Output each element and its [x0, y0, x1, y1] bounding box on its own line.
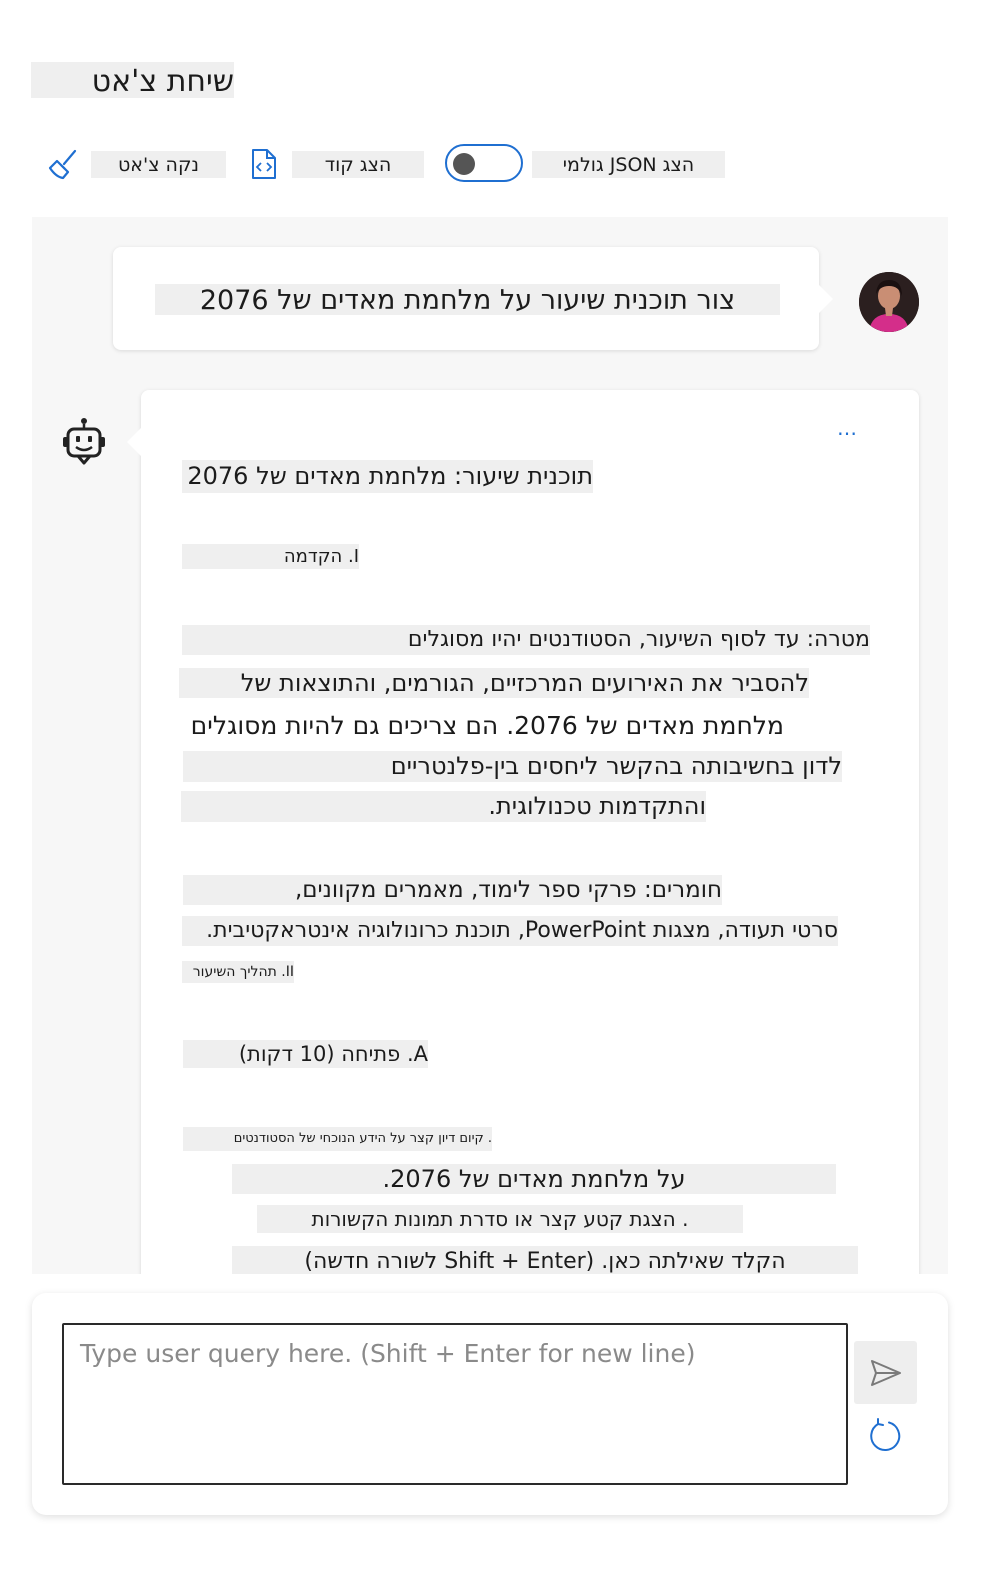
clear-chat-button[interactable]: נקה צ'אט — [91, 151, 226, 178]
input-panel — [32, 1293, 948, 1515]
broom-icon[interactable] — [46, 147, 82, 183]
show-code-button[interactable]: הצג קוד — [292, 151, 424, 178]
bot-message-bubble: … תוכנית שיעור: מלחמת מאדים של 2076 I. ה… — [127, 390, 919, 1274]
bot-line: הקלד שאילתה כאן. (Shift + Enter לשורה חד… — [232, 1246, 858, 1274]
bot-line: על מלחמת מאדים של 2076. — [232, 1164, 836, 1194]
bot-line: חומרים: פרקי ספר לימוד, מאמרים מקוונים, — [183, 875, 722, 905]
bot-line: לדון בחשיבותה בהקשר ליחסים בין-פלנטריים — [183, 751, 842, 782]
bot-line: מלחמת מאדים של 2076. הם צריכים גם להיות … — [190, 711, 784, 740]
refresh-button[interactable] — [865, 1416, 905, 1456]
code-file-icon[interactable] — [250, 148, 278, 180]
bot-icon — [62, 416, 106, 466]
refresh-icon — [870, 1418, 901, 1451]
bot-line: . קיום דיון קצר על הידע הנוכחי של הסטודנ… — [183, 1127, 492, 1151]
bot-line: מטרה: עד לסוף השיעור, הסטודנטים יהיו מסו… — [182, 625, 870, 655]
user-avatar — [859, 272, 919, 332]
bot-line: . הצגת קטע קצר או סדרת תמונות הקשורות — [257, 1205, 743, 1233]
bot-line: I. הקדמה — [182, 544, 359, 569]
page-title: שיחת צ'אט — [31, 62, 234, 98]
user-message-text: צור תוכנית שיעור על מלחמת מאדים של 2076 — [155, 284, 780, 315]
bot-line: II. תהליך השיעור — [182, 961, 294, 983]
bot-line: A. פתיחה (10 דקות) — [183, 1040, 428, 1068]
chat-area: צור תוכנית שיעור על מלחמת מאדים של 2076 … — [32, 217, 948, 1274]
bot-line: סרטי תעודה, מצגות PowerPoint, תוכנת כרונ… — [182, 916, 838, 946]
toggle-knob — [453, 153, 475, 175]
send-button[interactable] — [854, 1341, 917, 1404]
more-options-button[interactable]: … — [835, 418, 859, 438]
user-message-bubble: צור תוכנית שיעור על מלחמת מאדים של 2076 — [113, 247, 833, 350]
send-icon — [870, 1359, 901, 1386]
bot-line: להסביר את האירועים המרכזיים, הגורמים, וה… — [179, 668, 809, 698]
raw-json-label: הצג JSON גולמי — [532, 151, 725, 178]
bot-line: תוכנית שיעור: מלחמת מאדים של 2076 — [182, 460, 593, 493]
raw-json-toggle[interactable] — [445, 144, 523, 182]
bot-line: והתקדמות טכנולוגית. — [181, 791, 706, 822]
query-input[interactable] — [62, 1323, 848, 1485]
